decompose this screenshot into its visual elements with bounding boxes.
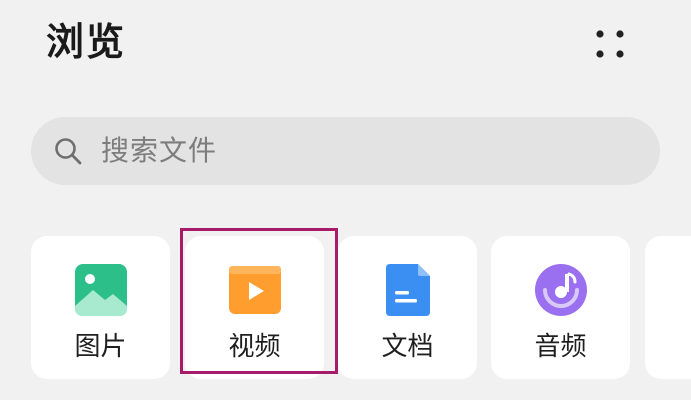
image-icon bbox=[73, 262, 129, 318]
video-play-icon bbox=[227, 262, 283, 318]
page-title: 浏览 bbox=[46, 20, 127, 64]
category-label: 文档 bbox=[381, 332, 434, 362]
category-more-partial[interactable] bbox=[645, 236, 691, 379]
document-icon bbox=[380, 262, 436, 318]
category-label: 视频 bbox=[228, 332, 281, 362]
category-documents[interactable]: 文档 bbox=[338, 236, 477, 379]
search-placeholder: 搜索文件 bbox=[101, 134, 218, 167]
category-videos[interactable]: 视频 bbox=[185, 236, 324, 379]
music-disc-icon bbox=[533, 262, 589, 318]
search-icon bbox=[53, 136, 83, 166]
more-dots-icon bbox=[596, 30, 624, 58]
more-options-button[interactable] bbox=[588, 22, 632, 66]
search-input[interactable]: 搜索文件 bbox=[31, 117, 660, 185]
category-label: 音频 bbox=[534, 332, 587, 362]
category-label: 图片 bbox=[74, 332, 127, 362]
category-audio[interactable]: 音频 bbox=[491, 236, 630, 379]
category-images[interactable]: 图片 bbox=[31, 236, 170, 379]
